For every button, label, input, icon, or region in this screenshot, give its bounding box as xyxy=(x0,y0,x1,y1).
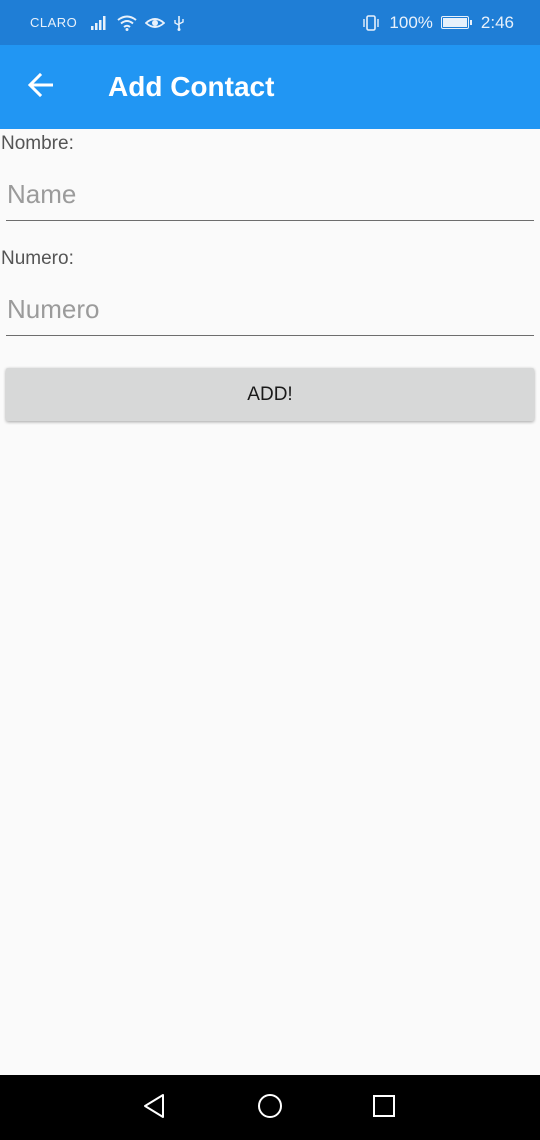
page-title: Add Contact xyxy=(108,71,275,102)
app-bar: Add Contact xyxy=(0,45,540,129)
recents-square-icon xyxy=(371,1093,397,1124)
back-button[interactable] xyxy=(13,59,69,115)
nav-recents-button[interactable] xyxy=(367,1091,401,1125)
battery-percent: 100% xyxy=(389,12,433,32)
nav-home-button[interactable] xyxy=(253,1091,287,1125)
battery-icon xyxy=(440,16,472,29)
signal-icon xyxy=(91,15,109,30)
nav-bar xyxy=(0,1075,540,1140)
name-input[interactable] xyxy=(6,173,534,221)
battery-level xyxy=(442,18,467,27)
number-label: Numero: xyxy=(1,248,74,269)
usb-icon xyxy=(173,15,185,31)
wifi-icon xyxy=(117,15,137,31)
number-input[interactable] xyxy=(6,288,534,336)
eye-icon xyxy=(145,16,166,30)
status-right: 100% 2:46 xyxy=(361,13,514,33)
name-label: Nombre: xyxy=(1,133,74,154)
vibrate-icon xyxy=(361,14,381,31)
status-left: CLARO xyxy=(30,15,185,31)
add-button[interactable]: ADD! xyxy=(6,368,534,421)
carrier-name: CLARO xyxy=(30,15,78,30)
clock: 2:46 xyxy=(480,12,514,32)
home-circle-icon xyxy=(256,1092,284,1125)
screen: CLARO 100% 2:46 Add Contact Nombre: Name… xyxy=(0,0,540,1140)
status-bar: CLARO 100% 2:46 xyxy=(0,0,540,45)
back-arrow-icon xyxy=(27,72,55,102)
back-triangle-icon xyxy=(142,1093,166,1124)
nav-back-button[interactable] xyxy=(137,1091,171,1125)
